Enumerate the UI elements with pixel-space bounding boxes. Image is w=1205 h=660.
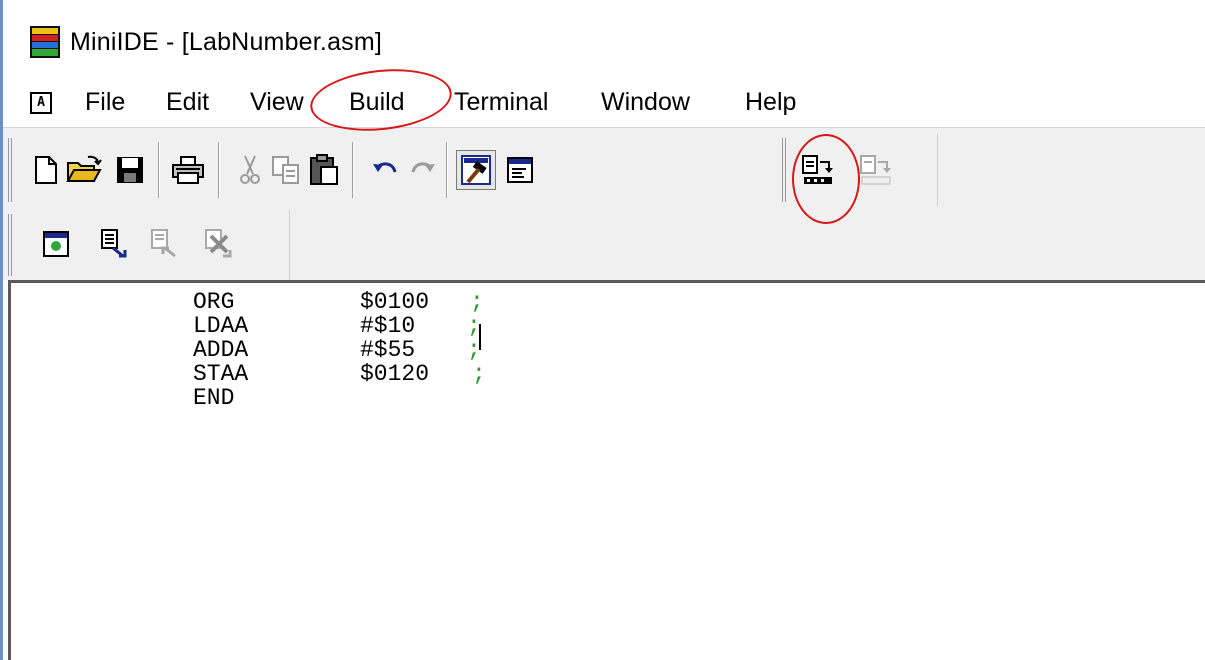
build-button[interactable] xyxy=(456,150,496,190)
assemble-icon xyxy=(802,155,833,184)
output-window-icon xyxy=(507,157,533,183)
toolbar-separator xyxy=(158,142,160,198)
menu-terminal[interactable]: Terminal xyxy=(454,88,548,117)
code-mnemonic: STAA xyxy=(193,361,249,387)
cut-icon xyxy=(240,155,260,184)
toolbar-separator xyxy=(352,142,354,198)
code-editor[interactable] xyxy=(8,280,1205,660)
print-button[interactable] xyxy=(168,150,208,190)
code-comment: ; xyxy=(470,289,484,315)
menu-window[interactable]: Window xyxy=(601,88,690,117)
menu-file[interactable]: File xyxy=(85,88,125,117)
assemble-button[interactable] xyxy=(798,150,838,190)
toolbar-separator xyxy=(218,142,220,198)
new-file-icon xyxy=(35,156,57,184)
output-window-button[interactable] xyxy=(500,150,540,190)
paste-icon xyxy=(310,154,338,185)
print-icon xyxy=(172,156,204,184)
document-system-icon[interactable]: A xyxy=(30,92,52,114)
upload-icon xyxy=(151,229,176,258)
window-title: MiniIDE - [LabNumber.asm] xyxy=(70,28,383,56)
menu-build[interactable]: Build xyxy=(349,88,405,117)
paste-button[interactable] xyxy=(304,150,344,190)
copy-icon xyxy=(272,156,299,184)
code-mnemonic: ORG xyxy=(193,289,235,315)
toolbar-grip[interactable] xyxy=(782,138,786,202)
redo-icon xyxy=(411,162,435,173)
copy-button[interactable] xyxy=(266,150,306,190)
terminal-window-button[interactable] xyxy=(36,224,76,264)
open-folder-icon xyxy=(66,155,102,182)
cancel-transfer-button[interactable] xyxy=(198,224,238,264)
upload-button[interactable] xyxy=(144,224,184,264)
download-button[interactable] xyxy=(94,224,134,264)
undo-icon xyxy=(373,162,397,173)
assemble-disabled-icon xyxy=(860,155,891,185)
save-button[interactable] xyxy=(110,150,150,190)
toolbar-separator xyxy=(446,142,448,198)
save-icon xyxy=(117,157,143,183)
code-mnemonic: END xyxy=(193,385,235,411)
new-file-button[interactable] xyxy=(26,150,66,190)
text-caret xyxy=(479,324,481,350)
assemble-alt-button[interactable] xyxy=(856,150,896,190)
code-operand: #$55 xyxy=(360,337,416,363)
code-operand: $0100 xyxy=(360,289,430,315)
redo-button[interactable] xyxy=(402,150,442,190)
cancel-transfer-icon xyxy=(205,229,232,258)
code-operand: #$10 xyxy=(360,313,416,339)
code-comment: ; xyxy=(472,361,486,387)
code-operand: $0120 xyxy=(360,361,430,387)
menu-help[interactable]: Help xyxy=(745,88,796,117)
menu-edit[interactable]: Edit xyxy=(166,88,209,117)
terminal-window-icon xyxy=(43,231,69,257)
cut-button[interactable] xyxy=(230,150,270,190)
open-file-button[interactable] xyxy=(64,150,104,190)
toolbar-grip[interactable] xyxy=(8,214,12,276)
download-icon xyxy=(101,229,127,258)
app-icon xyxy=(30,26,60,58)
code-mnemonic: LDAA xyxy=(193,313,249,339)
undo-button[interactable] xyxy=(366,150,406,190)
code-mnemonic: ADDA xyxy=(193,337,249,363)
toolbar-grip[interactable] xyxy=(8,138,12,202)
build-hammer-icon xyxy=(461,155,491,185)
menu-view[interactable]: View xyxy=(250,88,304,117)
